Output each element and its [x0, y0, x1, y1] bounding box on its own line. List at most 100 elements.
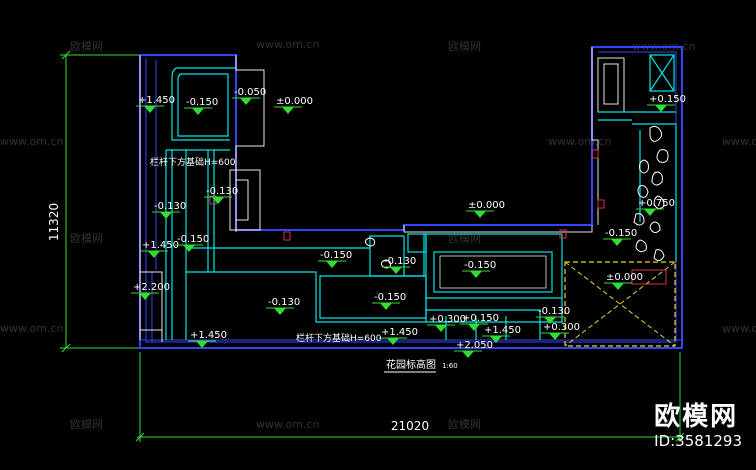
brand-name: 欧模网 — [654, 402, 739, 432]
watermark: www.om.cn — [722, 135, 756, 148]
width-dimension-label: 21020 — [391, 419, 429, 433]
level-triangle-icon — [326, 261, 338, 268]
watermark-layer: 欧模网 www.om.cn 欧模网 www.om.cn www.om.cn ww… — [0, 38, 756, 431]
garden-elevation-plan: 欧模网 www.om.cn 欧模网 www.om.cn www.om.cn ww… — [0, 38, 756, 442]
level-label: -0.130 — [268, 297, 300, 308]
level-marker: ±0.000 — [466, 200, 505, 218]
rock-stone — [649, 125, 663, 142]
level-triangle-icon — [644, 209, 656, 216]
level-triangle-icon — [196, 341, 208, 348]
level-marker: +1.450 — [188, 330, 227, 348]
level-marker: +2.200 — [131, 282, 170, 300]
red-details — [209, 149, 605, 241]
level-marker: -0.150 — [184, 97, 218, 115]
level-label: ±0.000 — [468, 200, 505, 211]
room-outline — [229, 169, 261, 231]
rock-stone — [649, 221, 661, 234]
watermark: www.om.cn — [256, 418, 319, 431]
level-triangle-icon — [611, 239, 623, 246]
level-marker: +0.150 — [647, 94, 686, 112]
skylight-box — [649, 54, 675, 92]
level-marker: -0.150 — [462, 260, 496, 278]
level-triangle-icon — [192, 108, 204, 115]
level-triangle-icon — [474, 211, 486, 218]
red-detail — [597, 199, 605, 209]
landscape-outlines — [165, 67, 677, 340]
level-marker: -0.130 — [152, 201, 186, 219]
level-triangle-icon — [160, 212, 172, 219]
level-triangle-icon — [470, 271, 482, 278]
level-label: +2.200 — [133, 282, 170, 293]
level-marker: -0.050 — [232, 87, 266, 105]
level-marker: -0.150 — [603, 228, 637, 246]
level-label: +2.050 — [456, 340, 493, 351]
level-marker: -0.150 — [175, 234, 209, 252]
level-marker: -0.150 — [372, 292, 406, 310]
level-triangle-icon — [380, 303, 392, 310]
level-label: -0.130 — [538, 306, 570, 317]
level-triangle-icon — [435, 325, 447, 332]
rock-stone — [653, 249, 665, 262]
pool-outline — [433, 251, 553, 293]
level-triangle-icon — [549, 333, 561, 340]
watermark: 欧模网 — [448, 418, 481, 431]
level-label: -0.130 — [154, 201, 186, 212]
terrace-edge — [319, 275, 427, 319]
level-triangle-icon — [462, 351, 474, 358]
drawing-scale: 1:60 — [442, 362, 458, 370]
rock-stone — [639, 159, 649, 174]
level-label: +1.450 — [142, 240, 179, 251]
level-label: +1.450 — [484, 325, 521, 336]
level-label: -0.050 — [234, 87, 266, 98]
level-triangle-icon — [468, 324, 480, 331]
level-label: -0.130 — [206, 186, 238, 197]
level-label: -0.130 — [384, 256, 416, 267]
room-outline — [603, 63, 619, 105]
level-triangle-icon — [148, 251, 160, 258]
level-triangle-icon — [612, 283, 624, 290]
level-label: -0.150 — [464, 260, 496, 271]
level-marker: +2.050 — [454, 340, 493, 358]
level-marker: ±0.000 — [604, 272, 643, 290]
brand-id: ID:3581293 — [654, 432, 742, 450]
watermark: www.om.cn — [0, 322, 63, 335]
red-detail — [283, 231, 291, 241]
level-marker: -0.130 — [266, 297, 300, 315]
brand-watermark: 欧模网 ID:3581293 — [654, 402, 742, 450]
level-label: -0.150 — [177, 234, 209, 245]
watermark: 欧模网 — [70, 40, 103, 53]
level-label: +1.450 — [138, 95, 175, 106]
rail-foundation-note: 栏杆下方基础H=600 — [150, 156, 236, 168]
level-label: -0.150 — [605, 228, 637, 239]
drawing-title-block: 花园标高图 1:60 — [384, 358, 458, 373]
level-triangle-icon — [274, 308, 286, 315]
level-triangle-icon — [655, 105, 667, 112]
cad-drawing-canvas: 欧模网 www.om.cn 欧模网 www.om.cn www.om.cn ww… — [0, 0, 756, 470]
height-dimension-label: 11320 — [47, 203, 61, 241]
level-marker: -0.130 — [204, 186, 238, 204]
rock-stone — [651, 171, 663, 186]
level-label: +0.300 — [543, 322, 580, 333]
level-triangle-icon — [240, 98, 252, 105]
step-block — [407, 233, 427, 253]
level-marker: -0.130 — [382, 256, 416, 274]
level-label: -0.150 — [186, 97, 218, 108]
watermark: www.om.cn — [0, 135, 63, 148]
level-triangle-icon — [390, 267, 402, 274]
rock-stone — [656, 149, 669, 163]
level-label: -0.150 — [320, 250, 352, 261]
watermark: www.om.cn — [722, 322, 756, 335]
rock-stone — [633, 213, 645, 226]
rockery-stones — [365, 125, 669, 269]
watermark: www.om.cn — [548, 135, 611, 148]
rock-stone — [635, 239, 647, 253]
level-label: -0.150 — [374, 292, 406, 303]
level-marker: -0.150 — [318, 250, 352, 268]
watermark: www.om.cn — [256, 38, 319, 51]
level-label: +0.150 — [462, 313, 499, 324]
level-label: +1.450 — [381, 327, 418, 338]
drawing-title: 花园标高图 — [386, 358, 436, 371]
level-marker: +0.300 — [541, 322, 580, 340]
level-marker: ±0.000 — [274, 96, 313, 114]
rail-foundation-note: 栏杆下方基础H=600 — [296, 332, 382, 344]
